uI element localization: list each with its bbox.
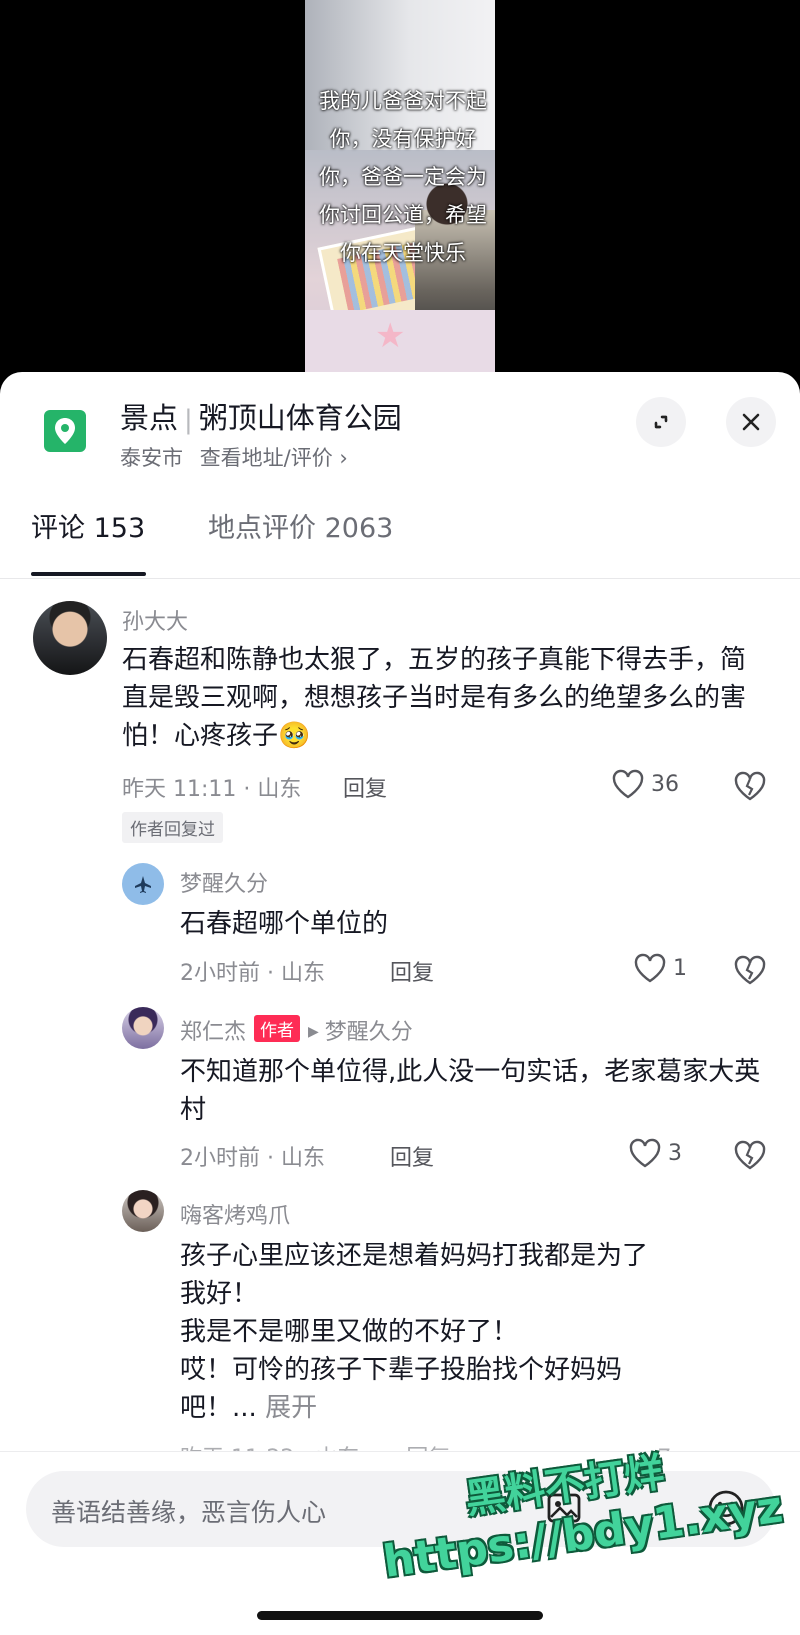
comment-line: 孩子心里应该还是想着妈妈打我都是为了 [180,1241,649,1271]
location-title[interactable]: 景点 | 粥顶山体育公园 [120,395,402,437]
tabs-divider [0,578,800,579]
comment-meta: 2小时前 · 山东 [180,1146,325,1171]
active-tab-indicator [31,572,146,576]
like-button[interactable]: 3 [628,1138,682,1168]
comment-username[interactable]: 梦醒久分 [180,866,268,898]
location-name: 粥顶山体育公园 [198,401,402,435]
expand-icon [654,415,668,429]
like-count: 3 [668,1140,682,1166]
location-subtitle: 泰安市 查看地址/评价 › [120,442,348,472]
broken-heart-icon [734,955,766,985]
broken-heart-icon [734,771,766,801]
reply-button[interactable]: 回复 [390,1140,434,1172]
like-button[interactable]: 1 [633,953,687,983]
avatar[interactable] [122,1007,164,1049]
comment-username[interactable]: 郑仁杰 [180,1020,246,1045]
expand-button[interactable] [636,397,686,447]
comment-meta: 2小时前 · 山东 [180,961,325,986]
star-shape: ★ [375,316,406,356]
comment-line: 我是不是哪里又做的不好了！ [180,1317,519,1347]
like-count: 36 [651,771,679,797]
avatar[interactable] [122,1190,164,1232]
like-count: 1 [673,955,687,981]
location-pin-icon [44,410,86,452]
location-category: 景点 [120,401,179,435]
comment-line: 哎！可怜的孩子下辈子投胎找个好妈妈 [180,1355,623,1385]
comment-line-last: 吧！... 展开 [180,1389,780,1427]
expand-link[interactable]: 展开 [265,1393,317,1423]
comment-text[interactable]: 不知道那个单位得,此人没一句实话，老家葛家大英村 [180,1053,770,1129]
close-button[interactable] [726,397,776,447]
comment-username[interactable]: 嗨客烤鸡爪 [180,1198,290,1230]
tab-place-reviews[interactable]: 地点评价 2063 [208,506,393,545]
reply-button[interactable]: 回复 [390,955,434,987]
reply-to-username[interactable]: 梦醒久分 [325,1020,413,1045]
comment-text[interactable]: 孩子心里应该还是想着妈妈打我都是为了 我好！ 我是不是哪里又做的不好了！ 哎！可… [180,1237,780,1427]
comment-input-placeholder: 善语结善缘，恶言伤人心 [51,1498,327,1527]
reply-arrow-icon: ▶ [308,1024,319,1040]
heart-icon [634,953,666,983]
like-button[interactable]: 36 [611,769,679,799]
title-separator: | [184,405,193,435]
avatar[interactable] [122,863,164,905]
comment-meta: 昨天 11:11 · 山东 [122,777,302,802]
heart-icon [612,769,644,799]
airplane-icon [135,876,151,893]
video-player[interactable]: ★ 我的儿爸爸对不起你，没有保护好你，爸爸一定会为你讨回公道，希望你在天堂快乐 [305,0,495,372]
tab-comments[interactable]: 评论 153 [31,506,145,545]
view-address-link[interactable]: 查看地址/评价 › [200,446,348,470]
home-indicator[interactable] [257,1611,543,1620]
comment-text[interactable]: 石春超哪个单位的 [180,905,770,943]
broken-heart-icon [734,1140,766,1170]
comment-username-row: 郑仁杰 作者 ▶ 梦醒久分 [180,1014,413,1046]
dislike-button[interactable] [733,771,767,805]
dislike-button[interactable] [733,1140,767,1174]
avatar[interactable] [33,601,107,675]
app-screen: ★ 我的儿爸爸对不起你，没有保护好你，爸爸一定会为你讨回公道，希望你在天堂快乐 … [0,0,800,1635]
comment-username[interactable]: 孙大大 [122,604,188,636]
heart-icon [629,1138,661,1168]
reply-button[interactable]: 回复 [343,771,387,803]
close-icon [742,413,760,431]
comment-text[interactable]: 石春超和陈静也太狠了，五岁的孩子真能下得去手，简直是毁三观啊，想想孩子当时是有多… [122,641,762,755]
author-replied-tag: 作者回复过 [122,812,223,843]
video-caption: 我的儿爸爸对不起你，没有保护好你，爸爸一定会为你讨回公道，希望你在天堂快乐 [319,89,487,265]
location-city: 泰安市 [120,446,183,470]
dislike-button[interactable] [733,955,767,989]
comment-line: 吧！... [180,1393,266,1423]
comment-line: 我好！ [180,1279,259,1309]
author-badge: 作者 [254,1015,301,1042]
